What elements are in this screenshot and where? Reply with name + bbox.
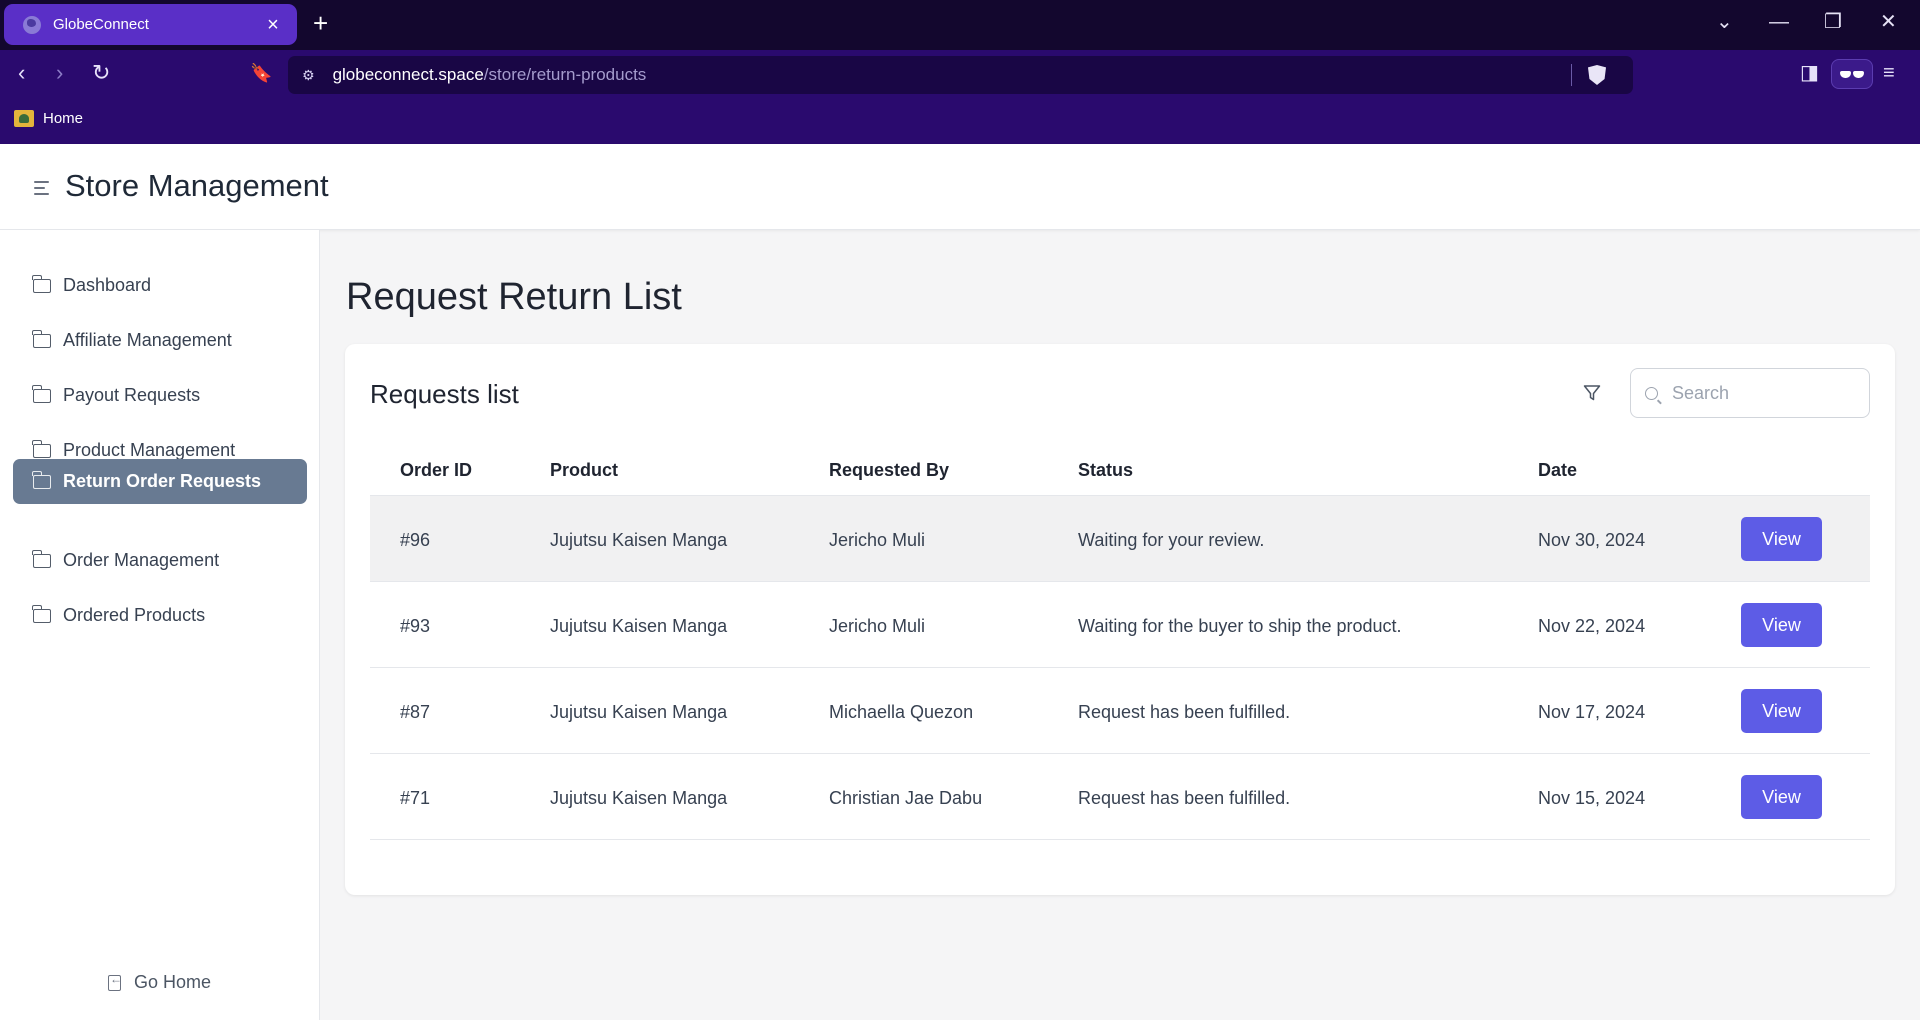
- table-row: #87 Jujutsu Kaisen Manga Michaella Quezo…: [370, 668, 1870, 754]
- requested-by-cell: Christian Jae Dabu: [829, 788, 983, 808]
- minimize-icon[interactable]: —: [1769, 12, 1789, 32]
- status-cell: Waiting for your review.: [1078, 530, 1265, 550]
- bookmark-home-label: Home: [43, 110, 84, 127]
- table-row: #93 Jujutsu Kaisen Manga Jericho Muli Wa…: [370, 582, 1870, 668]
- date-cell: Nov 15, 2024: [1538, 788, 1646, 808]
- sidebar-item-label: Return Order Requests: [63, 471, 262, 491]
- folder-icon: [32, 470, 51, 489]
- browser-tab[interactable]: GlobeConnect ×: [4, 4, 297, 45]
- table-header: Order ID Product Requested By Status Dat…: [370, 442, 1870, 496]
- folder-icon: [32, 329, 51, 348]
- browser-menu-icon[interactable]: ≡: [1883, 63, 1895, 83]
- folder-icon: [32, 274, 51, 293]
- sidebar-item-label: Ordered Products: [63, 605, 206, 625]
- order-id-cell: #93: [400, 616, 431, 636]
- sidebar-item-label: Affiliate Management: [63, 330, 232, 350]
- date-cell: Nov 30, 2024: [1538, 530, 1646, 550]
- new-tab-icon[interactable]: +: [313, 10, 328, 36]
- browser-tab-bar: GlobeConnect × + ⌄ — ❐ ✕: [0, 0, 1920, 50]
- address-bar[interactable]: ⚙ globeconnect.space/store/return-produc…: [288, 56, 1633, 94]
- folder-icon: [32, 604, 51, 623]
- folder-icon: [32, 384, 51, 403]
- product-cell: Jujutsu Kaisen Manga: [550, 530, 728, 550]
- go-home-button[interactable]: Go Home: [108, 972, 211, 993]
- menu-toggle-icon[interactable]: [34, 181, 49, 199]
- card-title: Requests list: [370, 379, 519, 409]
- tab-list-chevron-icon[interactable]: ⌄: [1716, 12, 1733, 32]
- image-icon: [14, 110, 34, 127]
- table-row: #96 Jujutsu Kaisen Manga Jericho Muli Wa…: [370, 496, 1870, 582]
- requested-by-cell: Michaella Quezon: [829, 702, 974, 722]
- url-path: /store/return-products: [483, 65, 647, 84]
- sidebar-item-affiliate-management[interactable]: Affiliate Management: [13, 318, 307, 363]
- requested-by-cell: Jericho Muli: [829, 616, 926, 636]
- sidebar-item-label: Order Management: [63, 550, 220, 570]
- search-input[interactable]: [1672, 382, 1852, 404]
- product-cell: Jujutsu Kaisen Manga: [550, 702, 728, 722]
- sidebar-item-label: Payout Requests: [63, 385, 201, 405]
- column-header-requested-by: Requested By: [829, 460, 950, 480]
- restore-icon[interactable]: ❐: [1824, 12, 1842, 32]
- reload-icon[interactable]: ↻: [92, 62, 110, 84]
- folder-icon: [32, 439, 51, 458]
- private-glasses-icon[interactable]: [1831, 59, 1873, 89]
- view-button[interactable]: View: [1741, 775, 1822, 819]
- status-cell: Request has been fulfilled.: [1078, 788, 1291, 808]
- app-header: Store Management: [0, 144, 1920, 230]
- browser-nav-bar: ‹ › ↻ 🔖 ⚙ globeconnect.space/store/retur…: [0, 50, 1920, 100]
- column-header-order-id: Order ID: [400, 460, 473, 480]
- requests-card: Requests list Order ID Product Requested…: [345, 344, 1895, 895]
- page-title: Request Return List: [346, 276, 682, 318]
- search-box[interactable]: [1630, 368, 1870, 418]
- order-id-cell: #71: [400, 788, 431, 808]
- table-row: #71 Jujutsu Kaisen Manga Christian Jae D…: [370, 754, 1870, 840]
- view-button[interactable]: View: [1741, 603, 1822, 647]
- sidebar-item-label: Product Management: [63, 440, 236, 460]
- order-id-cell: #87: [400, 702, 431, 722]
- sidebar: Dashboard Affiliate Management Payout Re…: [0, 230, 320, 1020]
- close-window-icon[interactable]: ✕: [1880, 12, 1897, 32]
- column-header-date: Date: [1538, 460, 1578, 480]
- sidebar-item-dashboard[interactable]: Dashboard: [13, 263, 307, 308]
- go-home-label: Go Home: [134, 972, 212, 992]
- sidebar-item-payout-requests[interactable]: Payout Requests: [13, 373, 307, 418]
- globe-favicon-icon: [23, 15, 41, 34]
- filter-icon[interactable]: [1583, 384, 1601, 402]
- order-id-cell: #96: [400, 530, 431, 550]
- bookmarks-bar: Home: [0, 100, 1920, 144]
- sidebar-item-order-management[interactable]: Order Management: [13, 538, 307, 583]
- requested-by-cell: Jericho Muli: [829, 530, 926, 550]
- site-settings-icon[interactable]: ⚙: [302, 67, 315, 84]
- status-cell: Request has been fulfilled.: [1078, 702, 1291, 722]
- back-icon[interactable]: ‹: [18, 62, 25, 84]
- folder-icon: [32, 549, 51, 568]
- close-tab-icon[interactable]: ×: [263, 15, 283, 35]
- sidebar-toggle-icon[interactable]: ◨: [1800, 63, 1819, 83]
- search-icon: [1645, 386, 1658, 400]
- forward-icon[interactable]: ›: [56, 62, 63, 84]
- brave-shield-icon[interactable]: [1588, 65, 1606, 85]
- product-cell: Jujutsu Kaisen Manga: [550, 788, 728, 808]
- column-header-status: Status: [1078, 460, 1134, 480]
- tab-title: GlobeConnect: [53, 16, 149, 33]
- url-divider: [1571, 64, 1572, 86]
- date-cell: Nov 22, 2024: [1538, 616, 1646, 636]
- view-button[interactable]: View: [1741, 689, 1822, 733]
- product-cell: Jujutsu Kaisen Manga: [550, 616, 728, 636]
- status-cell: Waiting for the buyer to ship the produc…: [1078, 616, 1402, 636]
- sidebar-item-ordered-products[interactable]: Ordered Products: [13, 593, 307, 638]
- app-title: Store Management: [65, 168, 329, 203]
- sidebar-item-return-order-requests[interactable]: Return Order Requests: [13, 459, 307, 504]
- logout-door-icon: [108, 972, 122, 991]
- column-header-product: Product: [550, 460, 619, 480]
- url-host: globeconnect.space: [332, 65, 484, 84]
- bookmark-home[interactable]: Home: [14, 110, 83, 127]
- bookmark-icon[interactable]: 🔖: [250, 64, 272, 82]
- sidebar-item-label: Dashboard: [63, 275, 152, 295]
- date-cell: Nov 17, 2024: [1538, 702, 1646, 722]
- view-button[interactable]: View: [1741, 517, 1822, 561]
